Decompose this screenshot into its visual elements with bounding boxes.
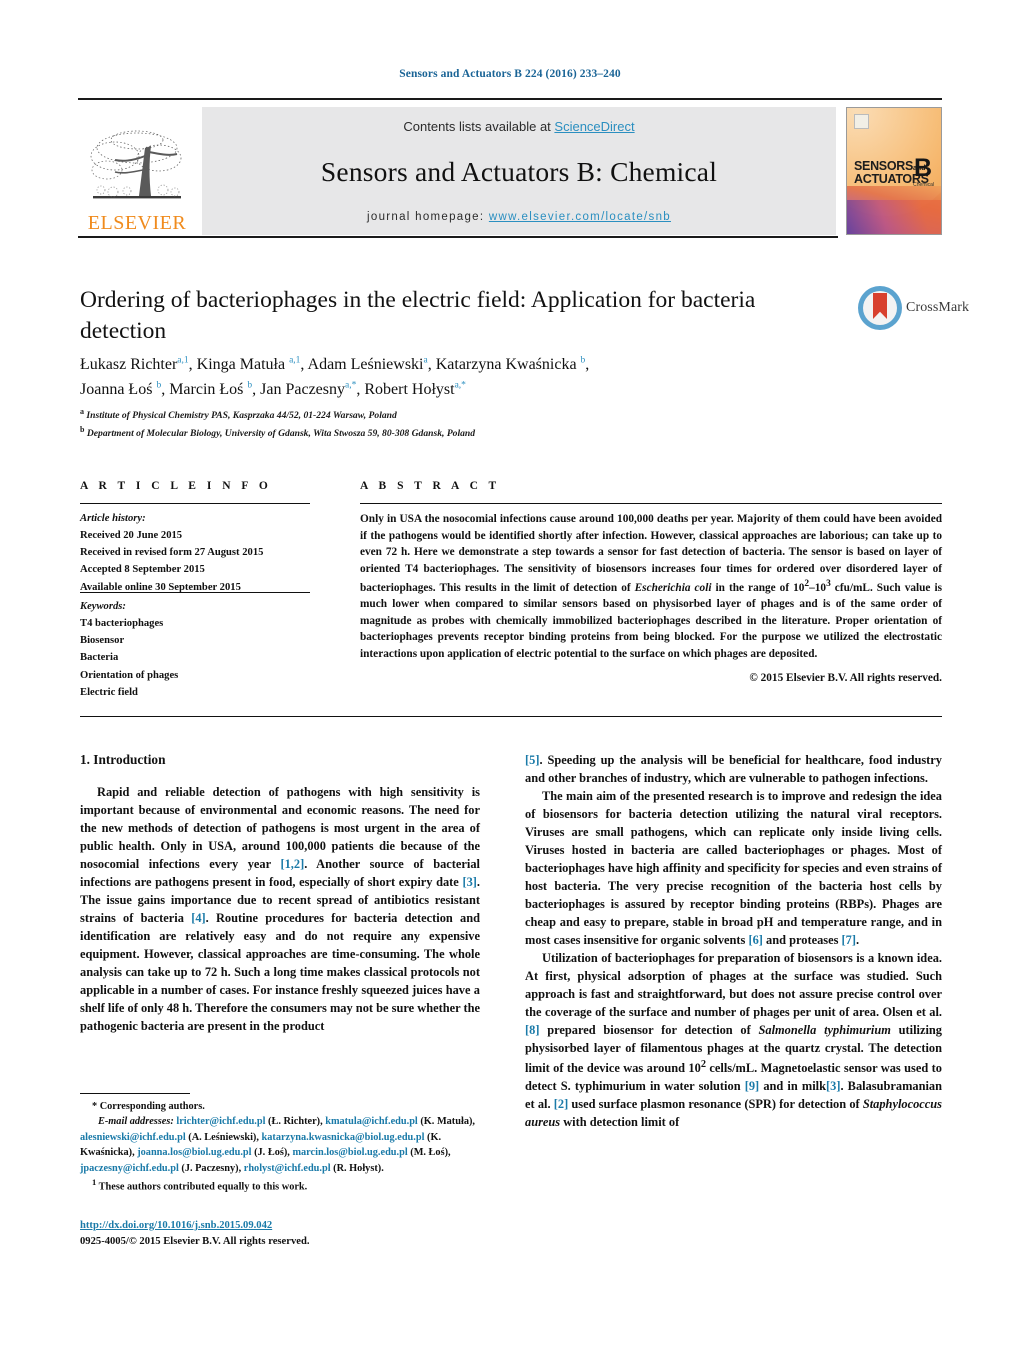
crossmark-badge[interactable]: CrossMark [858,286,969,330]
article-history-block: Article history: Received 20 June 2015 R… [80,510,320,596]
doi-link[interactable]: http://dx.doi.org/10.1016/j.snb.2015.09.… [80,1220,272,1231]
article-info-rule-mid [80,592,310,593]
abstract-copyright: © 2015 Elsevier B.V. All rights reserved… [749,672,942,684]
abstract-heading: A B S T R A C T [360,480,501,492]
body-column-right: [5]. Speeding up the analysis will be be… [525,752,942,1132]
history-item: Received in revised form 27 August 2015 [80,547,264,559]
cover-sublabel: Chemical [913,182,934,188]
masthead-bottom-rule [78,236,838,238]
footnote-rule [80,1093,190,1094]
cover-elsevier-mark-icon [854,114,869,129]
history-item: Accepted 8 September 2015 [80,564,205,576]
history-item: Available online 30 September 2015 [80,581,241,593]
keyword-item: Electric field [80,686,138,698]
abstract-text: Only in USA the nosocomial infections ca… [360,513,942,661]
doi-block: http://dx.doi.org/10.1016/j.snb.2015.09.… [80,1218,500,1250]
footnotes-block: * Corresponding authors. E-mail addresse… [80,1099,480,1195]
cover-bottom-gradient-2 [847,200,941,234]
paragraph: The main aim of the presented research i… [525,788,942,947]
keyword-item: Bacteria [80,652,119,664]
corresponding-authors-note: * Corresponding authors. [92,1101,205,1112]
issn-copyright: 0925-4005/© 2015 Elsevier B.V. All right… [80,1235,310,1247]
email-label: E-mail addresses: [98,1116,174,1128]
contents-prefix: Contents lists available at [403,119,555,134]
contents-lists-line: Contents lists available at ScienceDirec… [208,119,830,134]
keyword-item: T4 bacteriophages [80,618,164,630]
sciencedirect-link[interactable]: ScienceDirect [554,119,634,134]
keyword-item: Biosensor [80,635,125,647]
cover-image: SENSORSand ACTUATORS B Chemical [846,107,942,235]
elsevier-tree-icon [90,130,182,199]
email-addresses-note: E-mail addresses: lrichter@ichf.edu.pl (… [80,1114,480,1176]
article-info-heading: A R T I C L E I N F O [80,480,272,492]
section-heading-introduction: 1. Introduction [80,752,166,767]
elsevier-wordmark: ELSEVIER [87,212,187,234]
journal-masthead: ELSEVIER Contents lists available at Sci… [78,98,942,235]
journal-header-band: Contents lists available at ScienceDirec… [202,107,836,235]
keyword-item: Orientation of phages [80,669,179,681]
paragraph: [5]. Speeding up the analysis will be be… [525,753,942,785]
crossmark-label: CrossMark [906,300,970,315]
journal-homepage-line: journal homepage: www.elsevier.com/locat… [208,211,830,223]
homepage-prefix: journal homepage: [367,211,489,223]
journal-homepage-link[interactable]: www.elsevier.com/locate/snb [489,211,671,223]
article-info-rule-top [80,503,310,504]
journal-cover-thumbnail: SENSORSand ACTUATORS B Chemical [842,107,942,235]
page-title: Ordering of bacteriophages in the electr… [80,287,756,344]
author-line-2: Joanna Łoś b, Marcin Łoś b, Jan Paczesny… [80,380,466,398]
elsevier-logo: ELSEVIER [78,107,196,235]
affiliation-b: b Department of Molecular Biology, Unive… [80,425,476,440]
article-history-label: Article history: [80,513,146,524]
affiliation-a: a Institute of Physical Chemistry PAS, K… [80,407,397,422]
journal-title: Sensors and Actuators B: Chemical [320,155,718,187]
cover-line1: SENSORS [854,159,914,173]
running-head: Sensors and Actuators B 224 (2016) 233–2… [399,68,621,80]
author-list: Łukasz Richtera,1, Kinga Matuła a,1, Ada… [80,353,860,403]
paragraph: Rapid and reliable detection of pathogen… [80,785,480,1033]
equal-contribution-note: 1 These authors contributed equally to t… [92,1177,308,1193]
author-line-1: Łukasz Richtera,1, Kinga Matuła a,1, Ada… [80,355,590,373]
abstract-rule-top [360,503,942,504]
keywords-label: Keywords: [80,601,126,612]
article-page: Sensors and Actuators B 224 (2016) 233–2… [0,0,1020,1351]
crossmark-icon [858,286,902,330]
content-separator-rule [80,716,942,717]
keywords-block: Keywords: T4 bacteriophages Biosensor Ba… [80,598,320,701]
affiliations: a Institute of Physical Chemistry PAS, K… [80,406,880,442]
paragraph: Utilization of bacteriophages for prepar… [525,950,943,1129]
body-column-left: 1. Introduction Rapid and reliable detec… [80,752,480,1036]
cover-series-letter: B [913,154,932,182]
history-item: Received 20 June 2015 [80,530,183,542]
